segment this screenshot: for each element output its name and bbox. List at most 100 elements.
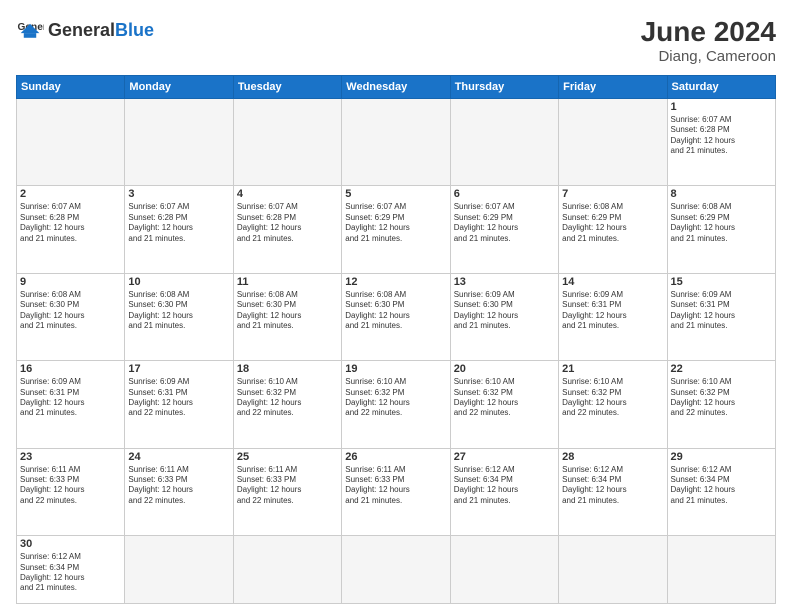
day-info: Sunrise: 6:07 AMSunset: 6:28 PMDaylight:… [20, 202, 121, 244]
calendar-cell: 20Sunrise: 6:10 AMSunset: 6:32 PMDayligh… [450, 361, 558, 448]
day-info: Sunrise: 6:08 AMSunset: 6:30 PMDaylight:… [345, 290, 446, 332]
day-number: 6 [454, 188, 555, 200]
day-number: 3 [128, 188, 229, 200]
day-number: 11 [237, 276, 338, 288]
calendar-cell: 21 Sunrise: 6:10 AMSunset: 6:32 PMDayligh… [559, 361, 667, 448]
calendar-cell [450, 536, 558, 604]
calendar-title: June 2024 [641, 16, 776, 48]
calendar-cell: 14Sunrise: 6:09 AMSunset: 6:31 PMDayligh… [559, 273, 667, 360]
weekday-header-sunday: Sunday [17, 76, 125, 99]
calendar-cell: 9Sunrise: 6:08 AMSunset: 6:30 PMDaylight… [17, 273, 125, 360]
calendar-cell [233, 536, 341, 604]
day-info: Sunrise: 6:10 AMSunset: 6:32 PMDaylight:… [454, 377, 555, 419]
calendar-cell: 30 Sunrise: 6:12 AMSunset: 6:34 PMDayligh… [17, 536, 125, 604]
generalblue-logo-icon: General [16, 16, 44, 44]
weekday-header-wednesday: Wednesday [342, 76, 450, 99]
day-number: 14 [562, 276, 663, 288]
calendar-week-row: 30 Sunrise: 6:12 AMSunset: 6:34 PMDayligh… [17, 536, 776, 604]
day-info: Sunrise: 6:09 AMSunset: 6:31 PMDaylight:… [128, 377, 229, 419]
day-info: Sunrise: 6:08 AMSunset: 6:29 PMDaylight:… [562, 202, 663, 244]
day-number: 16 [20, 363, 121, 375]
day-info: Sunrise: 6:12 AMSunset: 6:34 PMDaylight:… [671, 465, 772, 507]
calendar-week-row: 16 Sunrise: 6:09 AMSunset: 6:31 PMDayligh… [17, 361, 776, 448]
calendar-cell: 1Sunrise: 6:07 AMSunset: 6:28 PMDaylight… [667, 99, 775, 186]
calendar-cell: 16 Sunrise: 6:09 AMSunset: 6:31 PMDayligh… [17, 361, 125, 448]
day-info: Sunrise: 6:07 AMSunset: 6:28 PMDaylight:… [237, 202, 338, 244]
day-info: Sunrise: 6:12 AMSunset: 6:34 PMDaylight:… [20, 552, 121, 594]
day-info: Sunrise: 6:08 AMSunset: 6:30 PMDaylight:… [128, 290, 229, 332]
day-number: 26 [345, 451, 446, 463]
logo: General GeneralBlue [16, 16, 154, 44]
calendar-cell [342, 536, 450, 604]
day-info: Sunrise: 6:09 AMSunset: 6:31 PMDaylight:… [20, 377, 121, 419]
day-number: 7 [562, 188, 663, 200]
title-block: June 2024 Diang, Cameroon [641, 16, 776, 65]
calendar-cell: 13 Sunrise: 6:09 AMSunset: 6:30 PMDayligh… [450, 273, 558, 360]
day-number: 27 [454, 451, 555, 463]
calendar-cell: 18Sunrise: 6:10 AMSunset: 6:32 PMDayligh… [233, 361, 341, 448]
day-number: 4 [237, 188, 338, 200]
weekday-header-saturday: Saturday [667, 76, 775, 99]
day-info: Sunrise: 6:10 AMSunset: 6:32 PMDaylight:… [345, 377, 446, 419]
day-number: 13 [454, 276, 555, 288]
day-number: 23 [20, 451, 121, 463]
calendar-cell [233, 99, 341, 186]
calendar-cell: 19Sunrise: 6:10 AMSunset: 6:32 PMDayligh… [342, 361, 450, 448]
calendar-week-row: 23 Sunrise: 6:11 AMSunset: 6:33 PMDayligh… [17, 448, 776, 535]
calendar-week-row: 9 Sunrise: 6:08 AMSunset: 6:30 PMDaylight… [17, 273, 776, 360]
calendar-cell: 23 Sunrise: 6:11 AMSunset: 6:33 PMDayligh… [17, 448, 125, 535]
logo-text: GeneralBlue [48, 20, 154, 40]
day-number: 8 [671, 188, 772, 200]
day-info: Sunrise: 6:07 AMSunset: 6:28 PMDaylight:… [128, 202, 229, 244]
weekday-header-thursday: Thursday [450, 76, 558, 99]
day-number: 5 [345, 188, 446, 200]
page: General GeneralBlue June 2024 Diang, Cam… [0, 0, 792, 612]
day-info: Sunrise: 6:11 AMSunset: 6:33 PMDaylight:… [345, 465, 446, 507]
calendar-cell: 11Sunrise: 6:08 AMSunset: 6:30 PMDayligh… [233, 273, 341, 360]
calendar-cell: 17 Sunrise: 6:09 AMSunset: 6:31 PMDayligh… [125, 361, 233, 448]
calendar-cell: 3 Sunrise: 6:07 AMSunset: 6:28 PMDaylight… [125, 186, 233, 273]
calendar-cell: 27 Sunrise: 6:12 AMSunset: 6:34 PMDayligh… [450, 448, 558, 535]
day-number: 30 [20, 538, 121, 550]
weekday-header-tuesday: Tuesday [233, 76, 341, 99]
calendar-cell: 5Sunrise: 6:07 AMSunset: 6:29 PMDaylight… [342, 186, 450, 273]
day-number: 2 [20, 188, 121, 200]
calendar-cell: 12 Sunrise: 6:08 AMSunset: 6:30 PMDayligh… [342, 273, 450, 360]
day-info: Sunrise: 6:10 AMSunset: 6:32 PMDaylight:… [237, 377, 338, 419]
calendar-cell [559, 99, 667, 186]
day-info: Sunrise: 6:07 AMSunset: 6:29 PMDaylight:… [454, 202, 555, 244]
day-number: 12 [345, 276, 446, 288]
calendar-cell [342, 99, 450, 186]
calendar-cell [559, 536, 667, 604]
calendar-week-row: 1Sunrise: 6:07 AMSunset: 6:28 PMDaylight… [17, 99, 776, 186]
day-number: 17 [128, 363, 229, 375]
calendar-cell [450, 99, 558, 186]
weekday-header-friday: Friday [559, 76, 667, 99]
day-info: Sunrise: 6:11 AMSunset: 6:33 PMDaylight:… [20, 465, 121, 507]
calendar-subtitle: Diang, Cameroon [641, 48, 776, 65]
calendar-cell: 22Sunrise: 6:10 AMSunset: 6:32 PMDayligh… [667, 361, 775, 448]
day-number: 29 [671, 451, 772, 463]
day-info: Sunrise: 6:09 AMSunset: 6:30 PMDaylight:… [454, 290, 555, 332]
day-number: 28 [562, 451, 663, 463]
calendar-cell: 6 Sunrise: 6:07 AMSunset: 6:29 PMDaylight… [450, 186, 558, 273]
calendar-cell: 2 Sunrise: 6:07 AMSunset: 6:28 PMDaylight… [17, 186, 125, 273]
day-number: 21 [562, 363, 663, 375]
day-number: 15 [671, 276, 772, 288]
calendar-cell: 4 Sunrise: 6:07 AMSunset: 6:28 PMDaylight… [233, 186, 341, 273]
day-info: Sunrise: 6:12 AMSunset: 6:34 PMDaylight:… [454, 465, 555, 507]
day-info: Sunrise: 6:10 AMSunset: 6:32 PMDaylight:… [562, 377, 663, 419]
calendar-cell [125, 536, 233, 604]
calendar-cell: 29 Sunrise: 6:12 AMSunset: 6:34 PMDayligh… [667, 448, 775, 535]
calendar-cell: 8Sunrise: 6:08 AMSunset: 6:29 PMDaylight… [667, 186, 775, 273]
weekday-header-monday: Monday [125, 76, 233, 99]
day-info: Sunrise: 6:12 AMSunset: 6:34 PMDaylight:… [562, 465, 663, 507]
day-number: 9 [20, 276, 121, 288]
calendar-cell: 15Sunrise: 6:09 AMSunset: 6:31 PMDayligh… [667, 273, 775, 360]
calendar-week-row: 2 Sunrise: 6:07 AMSunset: 6:28 PMDaylight… [17, 186, 776, 273]
calendar-cell [125, 99, 233, 186]
calendar-cell: 24Sunrise: 6:11 AMSunset: 6:33 PMDayligh… [125, 448, 233, 535]
day-info: Sunrise: 6:11 AMSunset: 6:33 PMDaylight:… [237, 465, 338, 507]
day-number: 24 [128, 451, 229, 463]
calendar-table: SundayMondayTuesdayWednesdayThursdayFrid… [16, 75, 776, 604]
